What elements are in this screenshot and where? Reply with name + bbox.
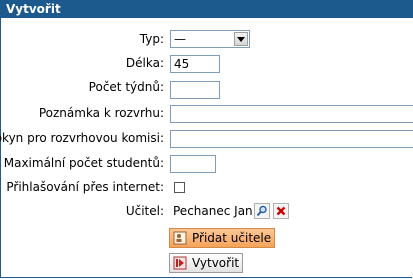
add-teacher-button[interactable]: Přidat učitele <box>169 228 275 248</box>
add-person-icon <box>173 231 187 245</box>
panel-title: Vytvořit <box>0 0 413 18</box>
remove-icon <box>276 206 286 216</box>
length-label: Délka: <box>125 56 164 70</box>
create-button-label: Vytvořit <box>192 256 240 270</box>
teacher-label: Učitel: <box>125 204 164 218</box>
teacher-name: Pechanec Jan <box>173 204 253 218</box>
internet-registration-label: Přihlašování přes internet: <box>6 180 164 194</box>
chevron-down-icon[interactable] <box>234 32 248 46</box>
create-button[interactable]: Vytvořit <box>169 253 243 273</box>
type-label: Typ: <box>139 32 164 46</box>
weeks-input[interactable] <box>170 81 220 99</box>
schedule-note-label: Poznámka k rozvrhu: <box>38 106 164 120</box>
schedule-note-input[interactable] <box>170 105 413 123</box>
type-select-value: — <box>174 32 186 46</box>
remove-teacher-button[interactable] <box>273 203 289 219</box>
search-icon <box>256 205 267 217</box>
length-input[interactable]: 45 <box>170 55 220 73</box>
weeks-label: Počet týdnů: <box>88 80 164 94</box>
committee-instruction-input[interactable] <box>170 130 413 148</box>
add-teacher-button-label: Přidat učitele <box>192 231 272 245</box>
type-select[interactable]: — <box>170 30 250 48</box>
committee-instruction-label: Pokyn pro rozvrhovou komisi: <box>0 131 164 145</box>
max-students-input[interactable] <box>170 155 216 173</box>
create-icon <box>173 256 187 270</box>
max-students-label: Maximální počet studentů: <box>3 156 164 170</box>
search-teacher-button[interactable] <box>254 203 270 219</box>
internet-registration-checkbox[interactable] <box>174 182 185 193</box>
